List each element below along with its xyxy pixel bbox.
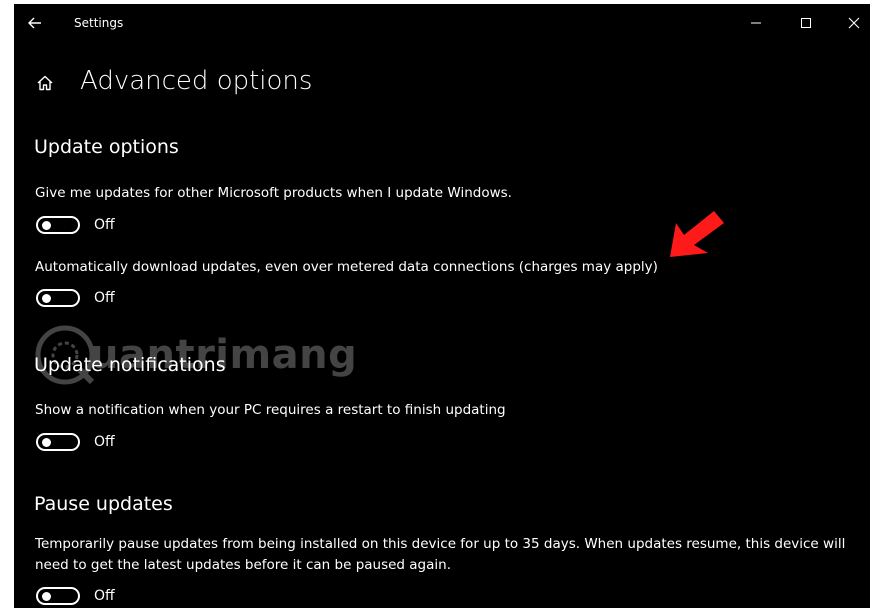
setting-desc-pause-updates: Temporarily pause updates from being ins… [35,536,846,573]
toggle-switch-other-microsoft-products[interactable] [36,216,80,234]
section-title-update-notifications: Update notifications [34,354,226,376]
maximize-icon [801,18,811,28]
toggle-state-label: Off [94,434,115,450]
minimize-icon [751,22,761,24]
back-arrow-icon [28,17,41,29]
maximize-button[interactable] [793,12,819,34]
setting-desc-other-microsoft-products: Give me updates for other Microsoft prod… [35,185,512,201]
close-button[interactable] [841,12,867,34]
red-arrow-annotation [670,211,724,257]
toggle-knob [42,294,51,303]
minimize-button[interactable] [743,12,769,34]
settings-window: Settings Advanced options Update options… [14,4,870,608]
close-icon [848,17,860,29]
app-title: Settings [74,16,124,30]
toggle-knob [42,221,51,230]
toggle-switch-restart-notification[interactable] [36,433,80,451]
toggle-state-label: Off [94,290,115,306]
toggle-state-label: Off [94,217,115,233]
section-title-update-options: Update options [34,136,179,158]
setting-desc-restart-notification: Show a notification when your PC require… [35,402,506,418]
toggle-row-metered-connections: Off [36,289,156,309]
title-bar: Settings [14,4,870,42]
toggle-knob [42,438,51,447]
toggle-row-restart-notification: Off [36,433,156,453]
setting-desc-metered-connections: Automatically download updates, even ove… [35,259,658,275]
toggle-state-label: Off [94,588,115,604]
toggle-row-pause-updates: Off [36,587,156,607]
toggle-row-other-microsoft-products: Off [36,216,156,236]
home-icon[interactable] [36,74,54,92]
toggle-knob [42,592,51,601]
toggle-switch-metered-connections[interactable] [36,289,80,307]
page-title: Advanced options [80,66,313,96]
back-button[interactable] [24,12,46,34]
section-title-pause-updates: Pause updates [34,493,173,515]
toggle-switch-pause-updates[interactable] [36,587,80,605]
